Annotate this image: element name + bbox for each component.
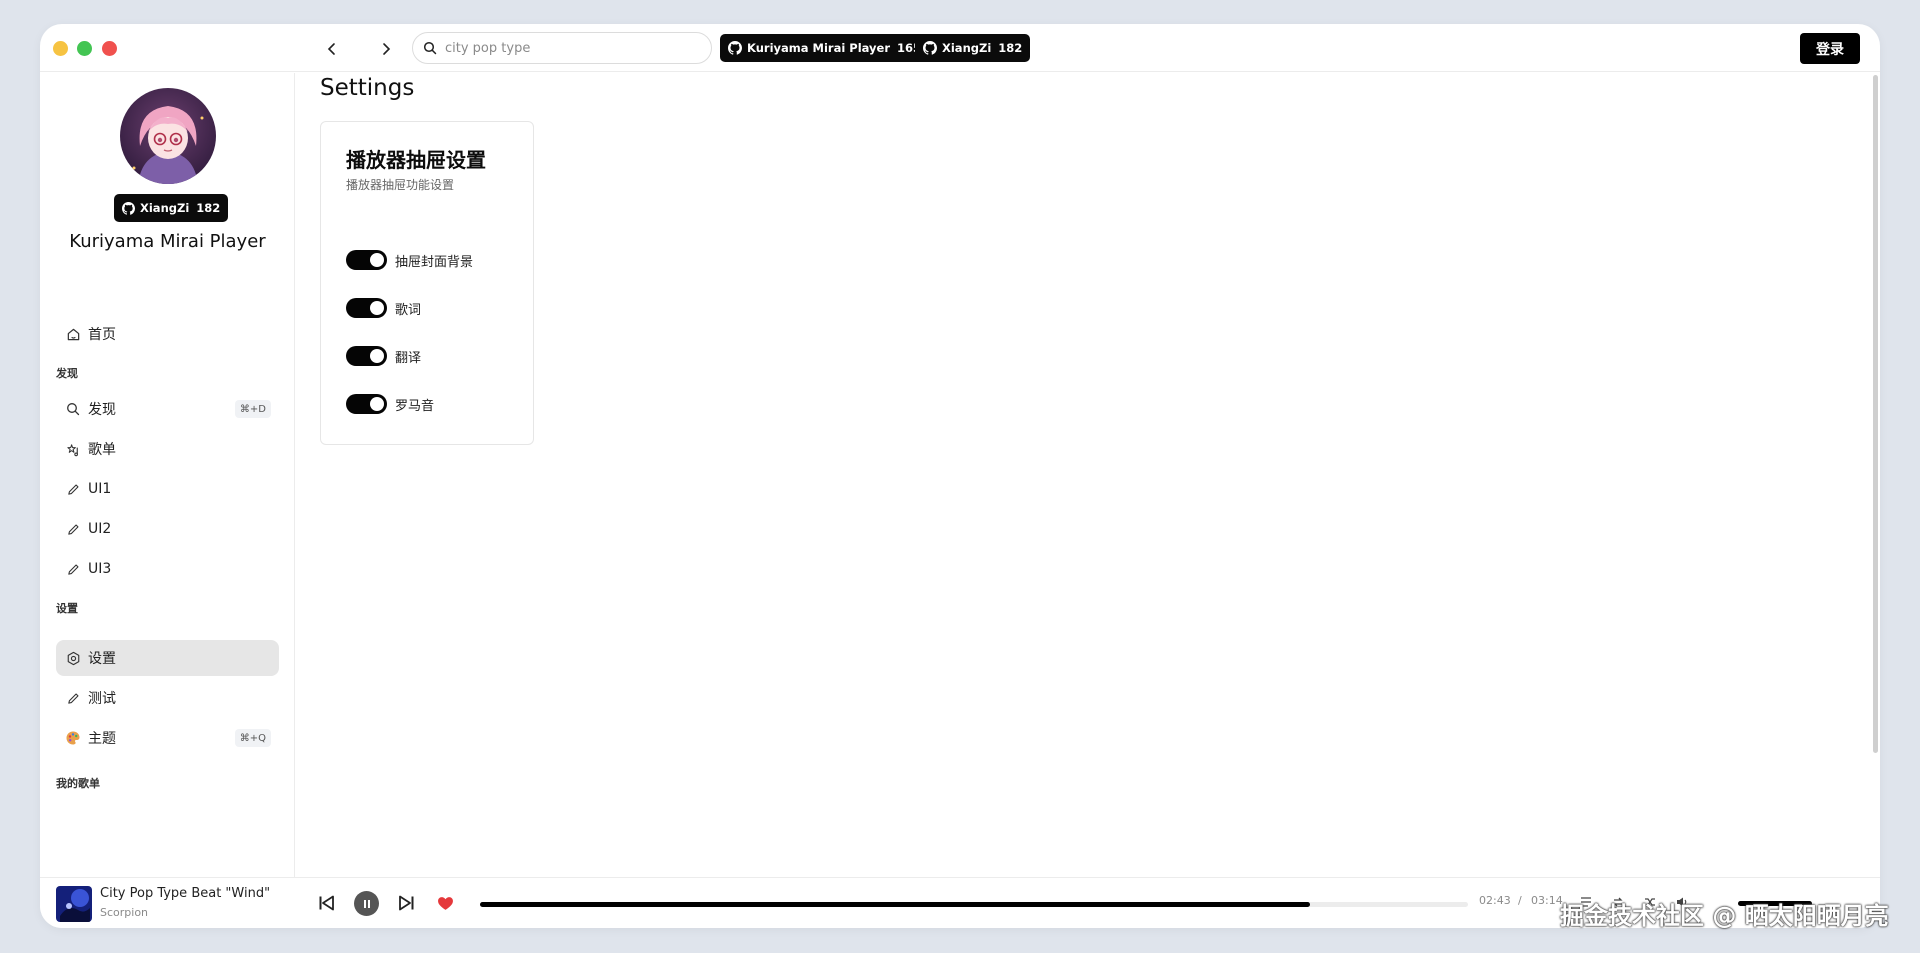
sidebar-item-test[interactable]: 测试	[56, 680, 279, 716]
toggle-switch[interactable]	[346, 250, 387, 270]
duration: 03:14	[1531, 894, 1563, 907]
progress-fill	[480, 902, 1310, 907]
settings-card: 播放器抽屉设置 播放器抽屉功能设置 抽屉封面背景 歌词 翻译 罗马音	[320, 121, 534, 445]
pencil-icon	[64, 560, 82, 578]
album-cover[interactable]	[56, 886, 92, 922]
sidebar-item-label: 测试	[88, 691, 116, 707]
github-icon	[122, 201, 135, 215]
search-icon	[423, 41, 437, 55]
skip-previous-icon	[319, 895, 334, 911]
badge-count: 182	[196, 201, 221, 215]
toggle-switch[interactable]	[346, 394, 387, 414]
playlist-icon	[64, 440, 82, 458]
skip-next-icon	[399, 895, 414, 911]
app-window: Kuriyama Mirai Player 165 XiangZi 182 登录	[40, 24, 1880, 928]
heart-icon	[437, 896, 453, 910]
github-user-badge[interactable]: XiangZi 182	[915, 34, 1031, 62]
next-button[interactable]	[395, 892, 417, 914]
github-user-badge[interactable]: XiangZi 182	[114, 194, 229, 222]
watermark: 掘金技术社区 @ 晒太阳晒月亮	[1560, 902, 1889, 930]
search-box[interactable]	[412, 32, 712, 64]
chevron-right-icon	[383, 43, 391, 55]
song-title: City Pop Type Beat "Wind"	[100, 886, 271, 901]
section-label-my-playlists: 我的歌单	[56, 777, 100, 790]
sidebar: XiangZi 182 Kuriyama Mirai Player 首页 发现 …	[40, 73, 295, 877]
current-time: 02:43	[1479, 894, 1511, 907]
sidebar-item-settings[interactable]: 设置	[56, 640, 279, 676]
section-label-discover: 发现	[56, 367, 78, 380]
like-button[interactable]	[434, 892, 456, 914]
sidebar-item-playlist[interactable]: 歌单	[56, 431, 279, 467]
main-content: Settings 播放器抽屉设置 播放器抽屉功能设置 抽屉封面背景 歌词 翻译 …	[296, 73, 1880, 877]
badge-label: Kuriyama Mirai Player	[747, 41, 891, 55]
badge-label: XiangZi	[942, 41, 992, 55]
maximize-button[interactable]	[77, 41, 92, 56]
github-icon	[923, 41, 937, 55]
setting-row-romaji: 罗马音	[346, 394, 434, 414]
sidebar-item-home[interactable]: 首页	[56, 316, 279, 352]
scrollbar[interactable]	[1873, 75, 1878, 753]
gear-icon	[64, 649, 82, 667]
sidebar-item-label: 设置	[88, 651, 116, 667]
section-label-settings: 设置	[56, 602, 78, 615]
login-button[interactable]: 登录	[1800, 33, 1860, 64]
badge-label: XiangZi	[140, 201, 190, 215]
sidebar-item-label: 发现	[88, 402, 116, 418]
progress-bar[interactable]	[480, 902, 1468, 907]
setting-row-lyrics: 歌词	[346, 298, 421, 318]
sidebar-item-theme[interactable]: 主题 ⌘+Q	[56, 720, 279, 756]
close-button[interactable]	[102, 41, 117, 56]
shortcut-badge: ⌘+D	[234, 400, 271, 418]
pause-button[interactable]	[354, 891, 379, 916]
previous-button[interactable]	[316, 892, 338, 914]
chevron-left-icon	[327, 43, 335, 55]
search-input[interactable]	[445, 40, 685, 56]
toggle-switch[interactable]	[346, 346, 387, 366]
toggle-switch[interactable]	[346, 298, 387, 318]
forward-button[interactable]	[374, 37, 398, 61]
sidebar-item-label: UI2	[88, 521, 112, 537]
pencil-icon	[64, 520, 82, 538]
toggle-label: 歌词	[395, 302, 422, 318]
pencil-icon	[64, 689, 82, 707]
badge-count: 182	[998, 41, 1023, 55]
sidebar-item-label: 首页	[88, 327, 116, 343]
back-button[interactable]	[320, 37, 344, 61]
github-icon	[728, 41, 742, 55]
card-subtitle: 播放器抽屉功能设置	[346, 178, 455, 192]
toggle-label: 抽屉封面背景	[395, 254, 474, 270]
sidebar-item-discover[interactable]: 发现 ⌘+D	[56, 391, 279, 427]
avatar[interactable]	[120, 88, 216, 184]
toggle-label: 罗马音	[395, 398, 435, 414]
time-separator: /	[1518, 894, 1522, 907]
toggle-label: 翻译	[395, 350, 422, 366]
sidebar-item-label: UI3	[88, 561, 112, 577]
setting-row-translation: 翻译	[346, 346, 421, 366]
sidebar-item-label: UI1	[88, 481, 112, 497]
sidebar-item-label: 主题	[88, 731, 116, 747]
home-icon	[64, 325, 82, 343]
page-title: Settings	[320, 75, 415, 101]
shortcut-badge: ⌘+Q	[234, 729, 271, 747]
sidebar-item-ui2[interactable]: UI2	[56, 511, 279, 547]
search-icon	[64, 400, 82, 418]
github-repo-badge[interactable]: Kuriyama Mirai Player 165	[720, 34, 930, 62]
song-artist: Scorpion	[100, 906, 149, 919]
setting-row-cover-background: 抽屉封面背景	[346, 250, 473, 270]
palette-icon	[64, 729, 82, 747]
pencil-icon	[64, 480, 82, 498]
title-bar: Kuriyama Mirai Player 165 XiangZi 182 登录	[40, 24, 1880, 72]
sidebar-item-label: 歌单	[88, 442, 116, 458]
card-title: 播放器抽屉设置	[346, 148, 486, 172]
pause-icon	[363, 899, 370, 908]
minimize-button[interactable]	[53, 41, 68, 56]
sidebar-item-ui1[interactable]: UI1	[56, 471, 279, 507]
app-name: Kuriyama Mirai Player	[69, 231, 266, 252]
sidebar-item-ui3[interactable]: UI3	[56, 551, 279, 587]
